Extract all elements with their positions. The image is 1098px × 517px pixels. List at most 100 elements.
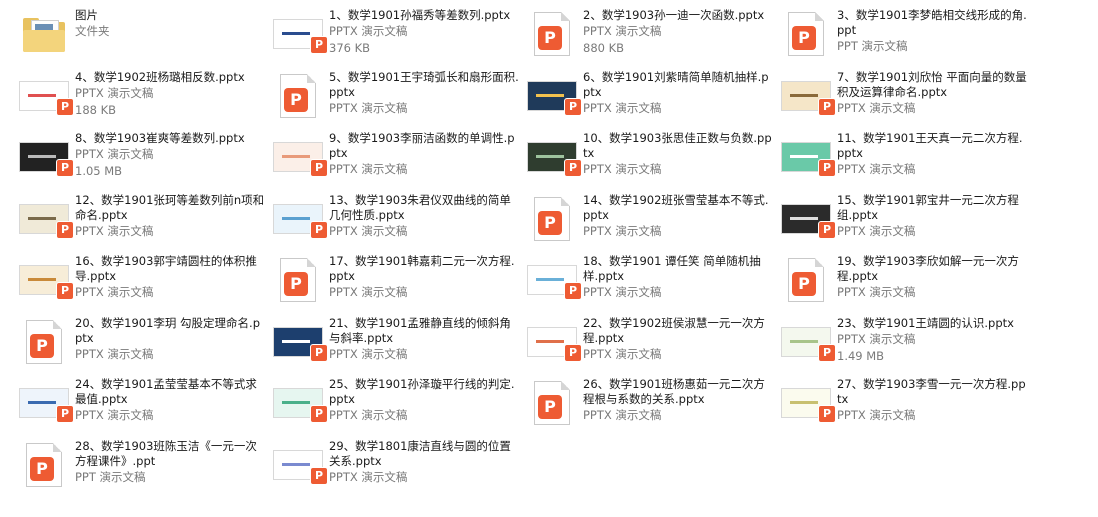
file-type: PPTX 演示文稿 xyxy=(583,223,662,238)
file-type: PPTX 演示文稿 xyxy=(583,100,662,115)
file-name: 2、数学1903孙一迪一次函数.pptx xyxy=(583,8,765,22)
file-item[interactable]: P 26、数学1901班杨惠茹一元二次方程根与系数的关系.pptx PPTX 演示文… xyxy=(524,375,778,437)
powerpoint-badge-icon: P xyxy=(56,405,74,423)
file-type: PPTX 演示文稿 xyxy=(329,285,408,299)
file-name: 3、数学1901李梦皓相交线形成的角.ppt xyxy=(837,8,1027,37)
file-type: PPTX 演示文稿 xyxy=(329,24,408,38)
file-size: 880 KB xyxy=(583,41,625,55)
powerpoint-badge-icon: P xyxy=(310,36,328,54)
file-size: 376 KB xyxy=(329,41,371,55)
file-item[interactable]: P 28、数学1903班陈玉洁《一元一次方程课件》.ppt PPT 演示文稿 xyxy=(16,437,270,499)
powerpoint-logo-icon: P xyxy=(538,395,562,419)
file-name: 24、数学1901孟莹莹基本不等式求最值.pptx xyxy=(75,377,257,406)
slide-thumbnail: P xyxy=(16,72,74,120)
powerpoint-badge-icon: P xyxy=(310,220,328,239)
powerpoint-logo-icon: P xyxy=(284,87,308,112)
powerpoint-badge-icon: P xyxy=(564,159,582,177)
file-item[interactable]: P 1、数学1901孙福秀等差数列.pptx PPTX 演示文稿 376 KB xyxy=(270,6,524,68)
file-name: 17、数学1901韩嘉莉二元一次方程.pptx xyxy=(329,254,515,283)
file-item[interactable]: P 16、数学1903郭宇靖圆柱的体积推导.pptx PPTX 演示文稿 xyxy=(16,252,270,314)
file-item[interactable]: P 29、数学1801康洁直线与圆的位置关系.pptx PPTX 演示文稿 xyxy=(270,437,524,499)
powerpoint-badge-icon: P xyxy=(818,159,836,177)
slide-thumbnail: P xyxy=(16,133,74,181)
slide-thumbnail: P xyxy=(778,318,836,366)
file-item[interactable]: P 2、数学1903孙一迪一次函数.pptx PPTX 演示文稿 880 KB xyxy=(524,6,778,68)
file-name: 1、数学1901孙福秀等差数列.pptx xyxy=(329,8,511,22)
file-type: PPTX 演示文稿 xyxy=(329,408,408,422)
file-item[interactable]: P 7、数学1901刘欣怡 平面向量的数量积及运算律命名.pptx PPTX 演示文… xyxy=(778,68,1032,130)
powerpoint-file-icon: P xyxy=(778,10,834,58)
file-item[interactable]: P 9、数学1903李丽洁函数的单调性.pptx PPTX 演示文稿 xyxy=(270,129,524,191)
file-name: 10、数学1903张思佳正数与负数.pptx xyxy=(583,131,772,160)
powerpoint-badge-icon: P xyxy=(56,282,74,300)
slide-thumbnail: P xyxy=(270,195,328,243)
powerpoint-logo-icon: P xyxy=(284,272,308,296)
powerpoint-badge-icon: P xyxy=(818,405,836,423)
file-item[interactable]: P 8、数学1903崔爽等差数列.pptx PPTX 演示文稿 1.05 MB xyxy=(16,129,270,191)
file-item[interactable]: P 13、数学1903朱君仪双曲线的简单几何性质.pptx PPTX 演示文稿 xyxy=(270,191,524,253)
file-type: PPTX 演示文稿 xyxy=(837,285,916,299)
file-item[interactable]: 图片 文件夹 xyxy=(16,6,270,68)
powerpoint-file-icon: P xyxy=(524,379,580,427)
file-item[interactable]: P 20、数学1901李玥 勾股定理命名.pptx PPTX 演示文稿 xyxy=(16,314,270,376)
file-item[interactable]: P 10、数学1903张思佳正数与负数.pptx PPTX 演示文稿 xyxy=(524,129,778,191)
file-item[interactable]: P 23、数学1901王靖圆的认识.pptx PPTX 演示文稿 1.49 MB xyxy=(778,314,1032,376)
powerpoint-file-icon: P xyxy=(270,256,326,304)
powerpoint-file-icon: P xyxy=(16,318,72,366)
file-name: 13、数学1903朱君仪双曲线的简单几何性质.pptx xyxy=(329,192,511,222)
file-item[interactable]: P 5、数学1901王宇琦弧长和扇形面积.pptx PPTX 演示文稿 xyxy=(270,68,524,130)
file-name: 4、数学1902班杨璐相反数.pptx xyxy=(75,69,245,84)
file-item[interactable]: P 18、数学1901 谭任笑 简单随机抽样.pptx PPTX 演示文稿 xyxy=(524,252,778,314)
file-size: 1.05 MB xyxy=(75,164,123,178)
powerpoint-file-icon: P xyxy=(270,72,326,120)
file-name: 9、数学1903李丽洁函数的单调性.pptx xyxy=(329,131,515,160)
file-type: PPTX 演示文稿 xyxy=(75,285,154,299)
file-type: PPTX 演示文稿 xyxy=(837,223,916,238)
file-type: PPTX 演示文稿 xyxy=(583,408,662,422)
file-type: PPTX 演示文稿 xyxy=(75,147,154,161)
file-name: 11、数学1901王天真一元二次方程.pptx xyxy=(837,131,1023,160)
file-name: 21、数学1901孟雅静直线的倾斜角与斜率.pptx xyxy=(329,315,511,345)
file-type: PPT 演示文稿 xyxy=(837,39,908,53)
file-item[interactable]: P 12、数学1901张珂等差数列前n项和命名.pptx PPTX 演示文稿 xyxy=(16,191,270,253)
file-item[interactable]: P 24、数学1901孟莹莹基本不等式求最值.pptx PPTX 演示文稿 xyxy=(16,375,270,437)
file-item[interactable]: P 17、数学1901韩嘉莉二元一次方程.pptx PPTX 演示文稿 xyxy=(270,252,524,314)
powerpoint-badge-icon: P xyxy=(818,343,836,362)
file-item[interactable]: P 22、数学1902班侯淑慧一元一次方程.pptx PPTX 演示文稿 xyxy=(524,314,778,376)
file-name: 25、数学1901孙泽璇平行线的判定.pptx xyxy=(329,377,515,406)
file-type: PPTX 演示文稿 xyxy=(75,85,154,100)
file-type: PPTX 演示文稿 xyxy=(329,346,408,361)
file-type: PPTX 演示文稿 xyxy=(329,162,408,176)
slide-thumbnail: P xyxy=(16,379,74,427)
file-item[interactable]: P 6、数学1901刘紫晴简单随机抽样.pptx PPTX 演示文稿 xyxy=(524,68,778,130)
file-type: PPTX 演示文稿 xyxy=(583,24,662,38)
file-name: 8、数学1903崔爽等差数列.pptx xyxy=(75,131,245,145)
powerpoint-file-icon: P xyxy=(16,441,72,489)
powerpoint-logo-icon: P xyxy=(30,456,54,481)
folder-icon xyxy=(16,10,72,58)
file-name: 20、数学1901李玥 勾股定理命名.pptx xyxy=(75,315,261,345)
slide-thumbnail: P xyxy=(270,133,328,181)
file-item[interactable]: P 3、数学1901李梦皓相交线形成的角.ppt PPT 演示文稿 xyxy=(778,6,1032,68)
slide-thumbnail: P xyxy=(524,318,582,366)
file-item[interactable]: P 4、数学1902班杨璐相反数.pptx PPTX 演示文稿 188 KB xyxy=(16,68,270,130)
powerpoint-file-icon: P xyxy=(778,256,834,304)
file-item[interactable]: P 15、数学1901郭宝井一元二次方程组.pptx PPTX 演示文稿 xyxy=(778,191,1032,253)
powerpoint-badge-icon: P xyxy=(564,343,582,362)
file-type: PPTX 演示文稿 xyxy=(837,408,916,422)
file-type: PPTX 演示文稿 xyxy=(583,285,662,299)
file-type: 文件夹 xyxy=(75,24,110,38)
file-item[interactable]: P 25、数学1901孙泽璇平行线的判定.pptx PPTX 演示文稿 xyxy=(270,375,524,437)
powerpoint-logo-icon: P xyxy=(538,210,562,235)
file-item[interactable]: P 27、数学1903李雪一元一次方程.pptx PPTX 演示文稿 xyxy=(778,375,1032,437)
slide-thumbnail: P xyxy=(778,133,836,181)
file-name: 7、数学1901刘欣怡 平面向量的数量积及运算律命名.pptx xyxy=(837,69,1027,99)
file-type: PPTX 演示文稿 xyxy=(583,346,662,361)
file-item[interactable]: P 11、数学1901王天真一元二次方程.pptx PPTX 演示文稿 xyxy=(778,129,1032,191)
file-item[interactable]: P 14、数学1902班张雪莹基本不等式.pptx PPTX 演示文稿 xyxy=(524,191,778,253)
powerpoint-logo-icon: P xyxy=(792,272,816,296)
file-type: PPTX 演示文稿 xyxy=(75,223,154,238)
file-item[interactable]: P 19、数学1903李欣如解一元一次方程.pptx PPTX 演示文稿 xyxy=(778,252,1032,314)
file-item[interactable]: P 21、数学1901孟雅静直线的倾斜角与斜率.pptx PPTX 演示文稿 xyxy=(270,314,524,376)
powerpoint-badge-icon: P xyxy=(310,159,328,177)
